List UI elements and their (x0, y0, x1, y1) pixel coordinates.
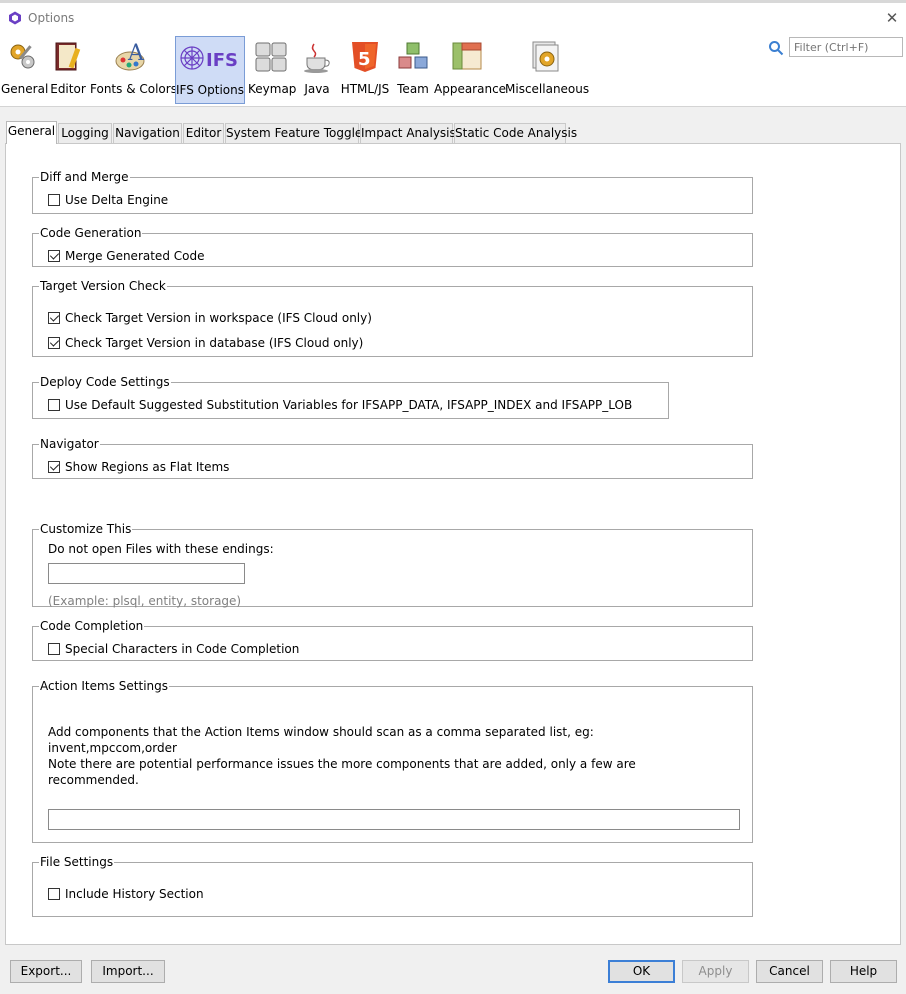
tab-general[interactable]: General (6, 121, 57, 144)
tab-impact-analysis[interactable]: Impact Analysis (360, 123, 456, 143)
checkbox-box[interactable] (48, 888, 60, 900)
checkbox-box[interactable] (48, 312, 60, 324)
file-endings-input[interactable] (48, 563, 245, 584)
category-label: Editor (50, 82, 86, 96)
group-action-items-settings: Action Items Settings Add components tha… (32, 678, 753, 843)
misc-gear-pages-icon (532, 41, 559, 72)
category-html-js[interactable]: 5 HTML/JS (340, 36, 390, 104)
category-keymap[interactable]: Keymap (248, 36, 297, 104)
category-label: Fonts & Colors (90, 82, 177, 96)
category-label: Miscellaneous (505, 82, 590, 96)
title-bar: Options ✕ (0, 0, 906, 34)
import-button[interactable]: Import... (91, 960, 165, 983)
group-title: Navigator (39, 436, 100, 452)
group-diff-and-merge: Diff and Merge Use Delta Engine (32, 169, 753, 214)
window-title: Options (28, 11, 75, 25)
category-appearance[interactable]: Appearance (434, 36, 507, 104)
checkbox-box[interactable] (48, 643, 60, 655)
general-tab-panel: Diff and Merge Use Delta Engine Code Gen… (5, 143, 901, 945)
search-icon (769, 41, 784, 56)
checkbox-label: Special Characters in Code Completion (65, 642, 300, 656)
java-cup-icon (304, 43, 330, 73)
html5-badge-text: 5 (358, 49, 371, 70)
tab-logging[interactable]: Logging (58, 123, 112, 143)
action-items-example-line: invent,mpccom,order (48, 741, 177, 755)
checkbox-box[interactable] (48, 194, 60, 206)
tab-static-code-analysis[interactable]: Static Code Analysis (454, 123, 577, 143)
ifs-logo-icon: IFS (180, 46, 238, 71)
group-customize-this: Customize This Do not open Files with th… (32, 521, 753, 608)
category-ifs-options[interactable]: IFS IFS Options (175, 36, 245, 104)
checkbox-box[interactable] (48, 250, 60, 262)
layout-panels-icon (452, 42, 482, 70)
checkbox-label: Merge Generated Code (65, 249, 205, 263)
group-file-settings: File Settings Include History Section (32, 854, 753, 917)
ifs-logo-text: IFS (206, 50, 238, 71)
group-title: File Settings (39, 854, 115, 870)
help-button[interactable]: Help (830, 960, 897, 983)
notebook-pencil-icon (55, 42, 81, 71)
file-endings-example: (Example: plsql, entity, storage) (48, 594, 242, 608)
gears-wrench-icon (10, 44, 35, 69)
checkbox-label: Show Regions as Flat Items (65, 460, 230, 474)
checkbox-label: Include History Section (65, 887, 204, 901)
category-editor[interactable]: Editor (49, 36, 87, 104)
team-cubes-icon (398, 42, 428, 69)
tab-editor[interactable]: Editor (183, 123, 224, 143)
group-code-completion: Code Completion Special Characters in Co… (32, 618, 753, 661)
tab-navigation[interactable]: Navigation (113, 123, 182, 143)
group-title: Diff and Merge (39, 169, 130, 185)
checkbox-box[interactable] (48, 399, 60, 411)
checkbox-label: Check Target Version in workspace (IFS C… (65, 311, 372, 325)
category-team[interactable]: Team (396, 36, 430, 104)
action-items-description-line: Add components that the Action Items win… (48, 725, 594, 739)
category-general[interactable]: General (1, 36, 49, 104)
cancel-button[interactable]: Cancel (756, 960, 823, 983)
file-endings-label: Do not open Files with these endings: (48, 542, 274, 556)
window-top-edge (0, 0, 906, 3)
close-icon[interactable]: ✕ (884, 10, 900, 26)
category-miscellaneous[interactable]: Miscellaneous (505, 36, 590, 104)
category-label: Appearance (434, 82, 507, 96)
group-title: Target Version Check (39, 278, 167, 294)
ok-button[interactable]: OK (608, 960, 675, 983)
group-title: Code Completion (39, 618, 145, 634)
checkbox-label: Check Target Version in database (IFS Cl… (65, 336, 364, 350)
group-title: Action Items Settings (39, 678, 169, 694)
checkbox-label: Use Delta Engine (65, 193, 169, 207)
category-fonts-colors[interactable]: A Fonts & Colors (90, 36, 177, 104)
action-items-note-line: recommended. (48, 773, 139, 787)
svg-text:A: A (127, 41, 145, 66)
category-label: Java (304, 82, 330, 96)
category-java[interactable]: Java (299, 36, 335, 104)
palette-font-icon: A (115, 41, 145, 71)
apply-button[interactable]: Apply (682, 960, 749, 983)
checkbox-box[interactable] (48, 461, 60, 473)
action-items-components-input[interactable] (48, 809, 740, 830)
checkbox-box[interactable] (48, 337, 60, 349)
category-label: HTML/JS (340, 82, 390, 96)
group-navigator: Navigator Show Regions as Flat Items (32, 436, 753, 479)
group-title: Customize This (39, 521, 133, 537)
group-code-generation: Code Generation Merge Generated Code (32, 225, 753, 267)
tab-system-feature-toggles[interactable]: System Feature Toggles (225, 123, 369, 143)
app-hexagon-icon (9, 11, 21, 25)
group-title: Code Generation (39, 225, 143, 241)
html5-shield-icon: 5 (352, 42, 378, 72)
group-deploy-code-settings: Deploy Code Settings Use Default Suggest… (32, 374, 669, 419)
category-label: Team (397, 82, 429, 96)
category-label: IFS Options (176, 83, 244, 97)
options-category-toolbar: General Editor A Fonts & Colors IFS IFS … (0, 34, 906, 107)
keyboard-keys-icon (255, 42, 287, 72)
category-label: Keymap (248, 82, 297, 96)
checkbox-label: Use Default Suggested Substitution Varia… (65, 398, 633, 412)
filter-input[interactable] (789, 37, 903, 57)
action-items-note-line: Note there are potential performance iss… (48, 757, 636, 771)
group-title: Deploy Code Settings (39, 374, 171, 390)
export-button[interactable]: Export... (10, 960, 82, 983)
category-label: General (1, 82, 49, 96)
group-target-version-check: Target Version Check Check Target Versio… (32, 278, 753, 357)
